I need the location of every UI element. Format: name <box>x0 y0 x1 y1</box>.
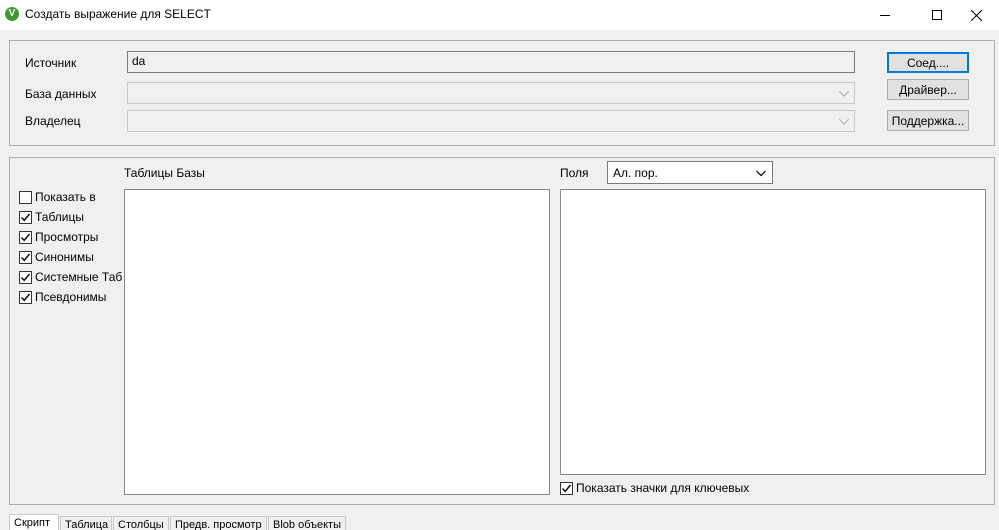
qlik-v-icon: V <box>5 7 19 21</box>
close-icon <box>970 9 982 21</box>
tab-blob-objects[interactable]: Blob объекты <box>268 516 346 530</box>
option-tables[interactable]: Таблицы <box>19 209 122 225</box>
option-synonyms[interactable]: Синонимы <box>19 249 122 265</box>
fields-listbox[interactable] <box>560 189 986 475</box>
checkbox[interactable] <box>19 230 32 244</box>
object-type-options: Показать в Таблицы Просмотры Синонимы Си… <box>19 189 122 305</box>
option-system-tables[interactable]: Системные Таб <box>19 269 122 285</box>
option-show-in[interactable]: Показать в <box>19 189 122 205</box>
checkbox[interactable] <box>19 210 32 224</box>
option-aliases[interactable]: Псевдонимы <box>19 289 122 305</box>
chevron-down-icon <box>838 90 850 97</box>
connect-button[interactable]: Соед.... <box>887 52 969 73</box>
minimize-icon <box>880 15 890 16</box>
check-icon <box>20 273 31 281</box>
support-button[interactable]: Поддержка... <box>887 110 969 131</box>
checkbox[interactable] <box>19 250 32 264</box>
checkbox[interactable] <box>19 190 32 204</box>
option-views[interactable]: Просмотры <box>19 229 122 245</box>
database-label: База данных <box>25 87 97 101</box>
chevron-down-icon <box>756 170 766 177</box>
fields-header: Поля <box>560 166 589 180</box>
checkbox[interactable] <box>19 290 32 304</box>
option-label: Таблицы <box>35 210 85 224</box>
tables-header: Таблицы Базы <box>124 166 205 180</box>
option-label: Псевдонимы <box>35 290 107 304</box>
source-label: Источник <box>25 56 77 70</box>
tables-listbox[interactable] <box>124 189 550 495</box>
check-icon <box>561 484 572 492</box>
checkbox[interactable] <box>19 270 32 284</box>
tab-script[interactable]: Скрипт <box>9 514 59 530</box>
option-label: Показать в <box>35 190 96 204</box>
check-icon <box>20 233 31 241</box>
driver-button[interactable]: Драйвер... <box>887 79 969 100</box>
option-label: Просмотры <box>35 230 99 244</box>
check-icon <box>20 253 31 261</box>
fields-sort-select[interactable]: Ал. пор. <box>607 161 773 184</box>
checkbox[interactable] <box>560 481 573 495</box>
window-title: Создать выражение для SELECT <box>25 7 211 21</box>
source-value: da <box>132 54 146 68</box>
fields-sort-value: Ал. пор. <box>613 166 658 180</box>
maximize-icon <box>932 10 942 20</box>
show-key-icons-label: Показать значки для ключевых <box>576 481 750 495</box>
database-combo[interactable] <box>127 82 855 104</box>
tab-table[interactable]: Таблица <box>60 516 112 530</box>
owner-combo[interactable] <box>127 110 855 132</box>
tab-columns[interactable]: Столбцы <box>113 516 169 530</box>
close-button[interactable] <box>953 0 999 30</box>
option-label: Системные Таб <box>35 270 123 284</box>
owner-label: Владелец <box>25 114 81 128</box>
check-icon <box>20 213 31 221</box>
check-icon <box>20 293 31 301</box>
option-label: Синонимы <box>35 250 94 264</box>
source-field[interactable]: da <box>127 51 855 73</box>
tab-preview[interactable]: Предв. просмотр <box>170 516 267 530</box>
show-key-icons-option[interactable]: Показать значки для ключевых <box>560 480 749 496</box>
chevron-down-icon <box>838 118 850 125</box>
minimize-button[interactable] <box>862 0 908 30</box>
